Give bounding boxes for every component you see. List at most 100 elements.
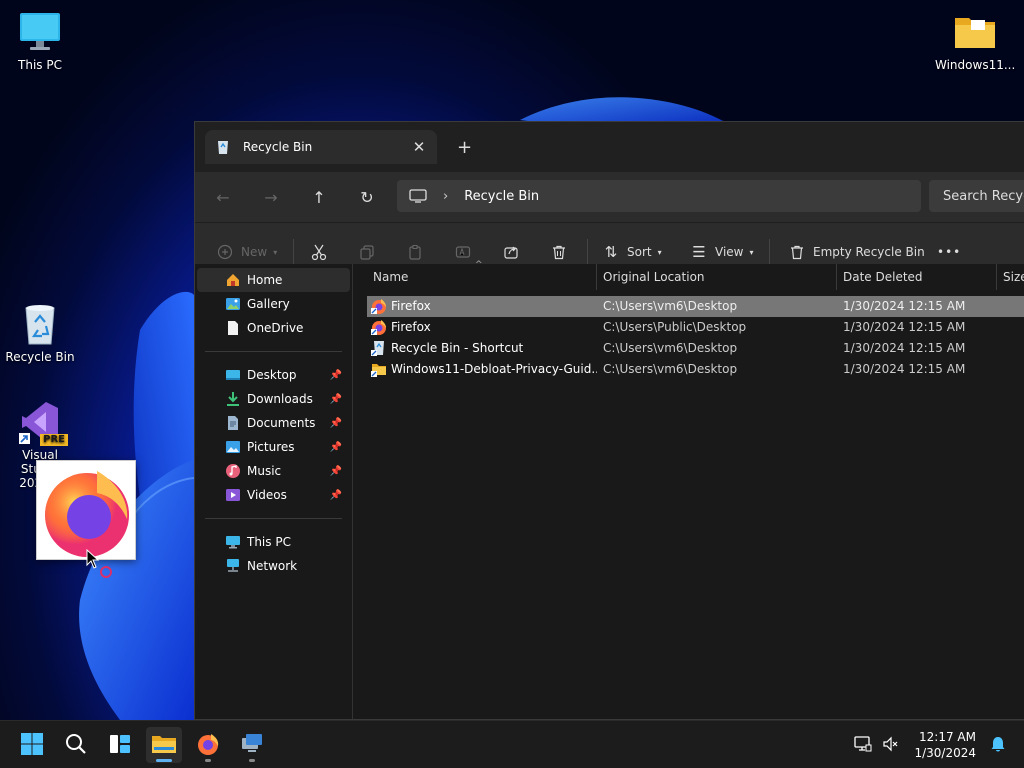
pin-icon[interactable]: 📌 xyxy=(330,418,342,429)
chevron-down-icon: ▾ xyxy=(749,247,754,257)
table-row[interactable]: Windows11-Debloat-Privacy-Guid... C:\Use… xyxy=(367,359,1024,380)
search-button[interactable] xyxy=(58,727,94,763)
up-button[interactable]: ↑ xyxy=(303,181,335,213)
volume-muted-icon[interactable] xyxy=(882,735,900,756)
windows-logo-icon xyxy=(20,732,44,759)
no-drop-icon xyxy=(100,566,112,578)
sidebar-item-home[interactable]: Home xyxy=(197,268,350,292)
file-date: 1/30/2024 12:15 AM xyxy=(843,362,966,376)
pin-icon[interactable]: 📌 xyxy=(330,370,342,381)
clock-date: 1/30/2024 xyxy=(914,746,976,760)
sidebar-item-gallery[interactable]: Gallery xyxy=(197,292,350,316)
sort-icon: ⇅ xyxy=(604,243,618,261)
sidebar-item-network[interactable]: Network xyxy=(197,554,350,578)
chevron-down-icon: ▾ xyxy=(273,247,278,257)
taskbar-remote-desktop[interactable] xyxy=(234,727,270,763)
rename-icon xyxy=(453,242,473,262)
pictures-icon xyxy=(225,439,241,455)
chevron-right-icon[interactable]: › xyxy=(443,189,448,204)
explorer-body: Home Gallery OneDrive Desktop 📌 Download… xyxy=(195,260,1024,719)
sidebar-item-onedrive[interactable]: OneDrive xyxy=(197,316,350,340)
firefox-icon xyxy=(371,319,387,335)
close-tab-icon[interactable]: ✕ xyxy=(411,138,427,156)
sidebar-item-music[interactable]: Music 📌 xyxy=(197,459,350,483)
pin-icon[interactable]: 📌 xyxy=(330,394,342,405)
file-name: Recycle Bin - Shortcut xyxy=(391,341,524,355)
sidebar-item-videos[interactable]: Videos 📌 xyxy=(197,483,350,507)
sidebar-item-desktop[interactable]: Desktop 📌 xyxy=(197,363,350,387)
firefox-icon xyxy=(371,298,387,314)
forward-button[interactable]: → xyxy=(255,181,287,213)
sidebar-item-downloads[interactable]: Downloads 📌 xyxy=(197,387,350,411)
taskbar-file-explorer[interactable] xyxy=(146,727,182,763)
new-label: New xyxy=(241,245,268,259)
pin-icon[interactable]: 📌 xyxy=(330,466,342,477)
view-label: View xyxy=(715,245,744,259)
refresh-button[interactable]: ↻ xyxy=(351,181,383,213)
table-row[interactable]: Firefox C:\Users\Public\Desktop 1/30/202… xyxy=(367,317,1024,338)
arrow-up-icon: ↑ xyxy=(312,187,326,207)
pin-icon[interactable]: 📌 xyxy=(330,442,342,453)
sidebar-divider xyxy=(205,518,342,519)
pre-badge: PRE xyxy=(40,434,68,446)
computer-icon xyxy=(409,189,427,203)
mouse-cursor xyxy=(86,548,100,572)
file-explorer-window: Recycle Bin ✕ + ← → ↑ ↻ › Recycle Bin Se… xyxy=(194,121,1024,720)
column-header-size[interactable]: Size xyxy=(997,264,1024,290)
address-bar[interactable]: › Recycle Bin xyxy=(397,180,921,212)
active-indicator xyxy=(156,759,172,762)
navigation-bar: ← → ↑ ↻ › Recycle Bin Search Recycle Bin xyxy=(195,172,1024,222)
task-view-icon xyxy=(108,732,132,759)
toolbar-divider xyxy=(587,239,588,265)
desktop-icon-recycle-bin[interactable]: Recycle Bin xyxy=(0,302,80,364)
taskbar-firefox[interactable] xyxy=(190,727,226,763)
sidebar-item-label: OneDrive xyxy=(247,321,304,335)
clock[interactable]: 12:17 AM 1/30/2024 xyxy=(914,729,976,761)
scissors-icon xyxy=(309,242,329,262)
toolbar-divider xyxy=(293,239,294,265)
recycle-bin-icon xyxy=(215,139,231,155)
file-date: 1/30/2024 12:15 AM xyxy=(843,341,966,355)
file-name: Firefox xyxy=(391,299,431,313)
sidebar-item-label: Desktop xyxy=(247,368,297,382)
column-header-name[interactable]: Name xyxy=(367,264,597,290)
desktop-folder-icon xyxy=(225,367,241,383)
plus-circle-icon xyxy=(215,242,235,262)
column-header-date-deleted[interactable]: Date Deleted xyxy=(837,264,997,290)
running-indicator xyxy=(205,759,211,762)
breadcrumb-recycle-bin[interactable]: Recycle Bin xyxy=(464,189,539,204)
table-row[interactable]: Recycle Bin - Shortcut C:\Users\vm6\Desk… xyxy=(367,338,1024,359)
tab-title: Recycle Bin xyxy=(243,140,313,154)
tab-recycle-bin[interactable]: Recycle Bin ✕ xyxy=(205,130,437,164)
sidebar-item-documents[interactable]: Documents 📌 xyxy=(197,411,350,435)
clipboard-icon xyxy=(405,242,425,262)
monitor-icon xyxy=(18,10,62,54)
notification-bell-icon[interactable] xyxy=(990,735,1006,756)
chevron-down-icon: ▾ xyxy=(657,247,662,257)
desktop-icon-windows11-folder[interactable]: Windows11... xyxy=(935,10,1015,72)
sidebar-item-label: This PC xyxy=(247,535,291,549)
download-icon xyxy=(225,391,241,407)
folder-icon xyxy=(953,10,997,54)
network-status-icon[interactable] xyxy=(854,735,872,756)
file-date: 1/30/2024 12:15 AM xyxy=(843,299,966,313)
share-icon xyxy=(501,242,521,262)
start-button[interactable] xyxy=(14,727,50,763)
new-tab-button[interactable]: + xyxy=(457,137,472,158)
pin-icon[interactable]: 📌 xyxy=(330,490,342,501)
sidebar-item-pictures[interactable]: Pictures 📌 xyxy=(197,435,350,459)
desktop-icon-this-pc[interactable]: This PC xyxy=(0,10,80,72)
music-icon xyxy=(225,463,241,479)
column-headers: ^ Name Original Location Date Deleted Si… xyxy=(353,260,1024,290)
sidebar-item-label: Music xyxy=(247,464,282,478)
back-button[interactable]: ← xyxy=(207,181,239,213)
search-input[interactable]: Search Recycle Bin xyxy=(929,180,1024,212)
table-row[interactable]: Firefox C:\Users\vm6\Desktop 1/30/2024 1… xyxy=(367,296,1024,317)
sidebar-item-this-pc[interactable]: This PC xyxy=(197,530,350,554)
sidebar-item-label: Downloads xyxy=(247,392,313,406)
arrow-right-icon: → xyxy=(264,187,278,207)
file-name: Windows11-Debloat-Privacy-Guid... xyxy=(391,362,597,376)
column-header-original-location[interactable]: Original Location xyxy=(597,264,837,290)
task-view-button[interactable] xyxy=(102,727,138,763)
firefox-icon xyxy=(45,471,129,557)
